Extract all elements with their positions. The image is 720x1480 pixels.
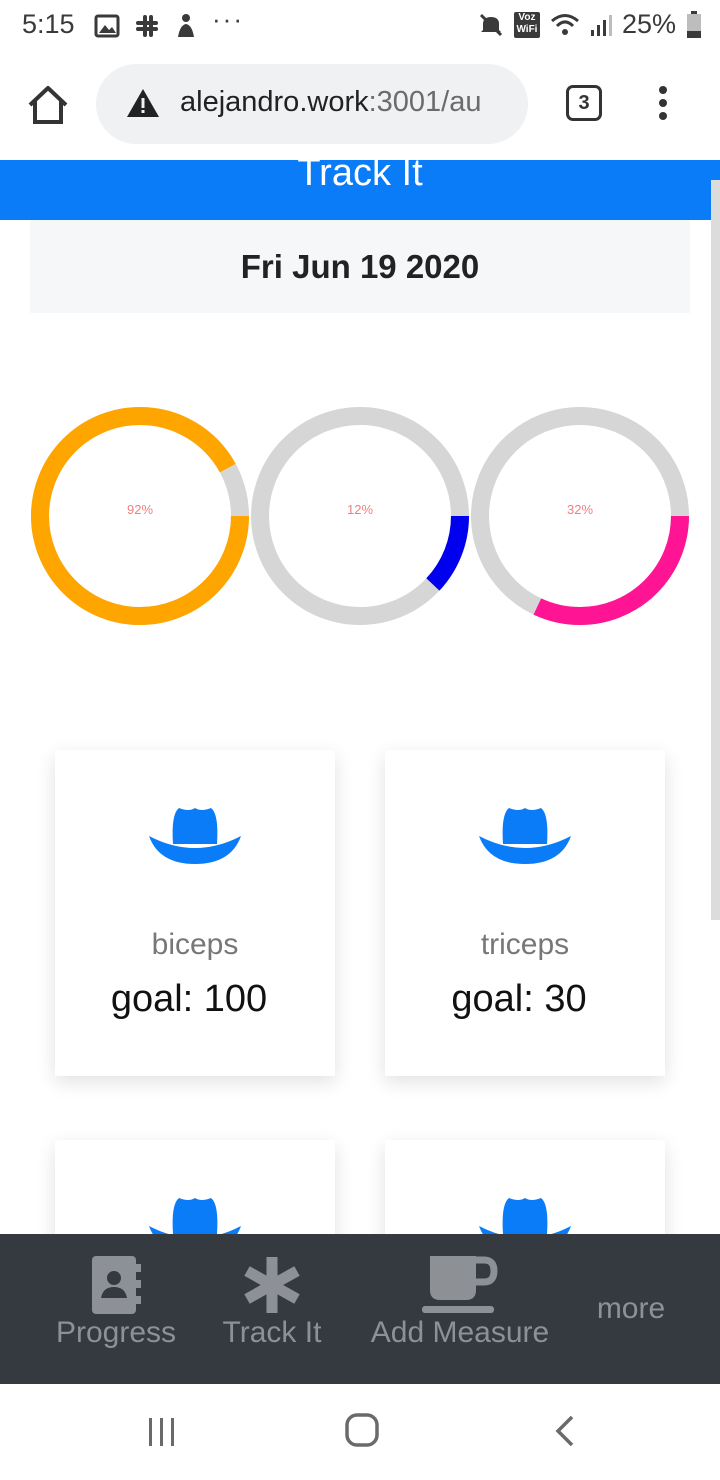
warning-icon[interactable]: [126, 87, 160, 119]
home-nav-icon[interactable]: [344, 1412, 380, 1448]
battery-percent: 25%: [621, 9, 676, 39]
page-title: Track It: [297, 160, 423, 194]
recent-apps-icon[interactable]: [146, 1416, 178, 1448]
home-icon[interactable]: [26, 83, 70, 127]
page-header: Track It: [0, 160, 720, 220]
nav-add-measure-label: Add Measure: [370, 1316, 550, 1349]
progress-ring-label: 32%: [567, 502, 593, 517]
nav-progress[interactable]: Progress: [50, 1254, 182, 1350]
progress-ring: 92%: [31, 407, 249, 625]
battery-icon: [687, 10, 701, 38]
measure-name: biceps: [151, 928, 239, 961]
wifi-icon: [550, 13, 579, 35]
gallery-icon: [94, 14, 120, 37]
wifi-calling-badge: Voz WiFi: [513, 11, 540, 38]
nav-progress-label: Progress: [55, 1316, 177, 1349]
person-icon: [178, 13, 194, 37]
signal-icon: [590, 14, 612, 36]
nav-more[interactable]: more: [590, 1292, 672, 1326]
asterisk-icon: [244, 1257, 300, 1313]
progress-ring-label: 12%: [347, 502, 373, 517]
mute-icon: [479, 13, 503, 36]
nav-add-measure[interactable]: Add Measure: [362, 1254, 558, 1350]
system-nav-bar: [0, 1384, 720, 1480]
tab-switcher-button[interactable]: 3: [566, 85, 602, 121]
overflow-menu-icon[interactable]: [654, 86, 672, 126]
status-time: 5:15: [22, 9, 75, 39]
progress-ring: 32%: [471, 407, 689, 625]
app-bottom-nav: Progress Track It Add Measure more: [0, 1234, 720, 1384]
nav-track-it[interactable]: Track It: [216, 1254, 328, 1350]
url-text[interactable]: alejandro.work:3001/au: [180, 86, 482, 119]
progress-ring-label: 92%: [127, 502, 153, 517]
date-display: Fri Jun 19 2020: [30, 220, 690, 313]
progress-ring: 12%: [251, 407, 469, 625]
progress-rings: 92% 12% 32%: [31, 407, 689, 625]
cowboy-hat-icon: [479, 808, 571, 864]
slack-icon: [136, 14, 158, 37]
more-notifications-icon: ···: [212, 4, 244, 34]
status-bar: 5:15 ··· Voz WiFi 25%: [0, 0, 720, 50]
address-book-icon: [92, 1256, 141, 1314]
nav-track-it-label: Track It: [222, 1316, 322, 1349]
measure-card[interactable]: biceps goal: 100: [55, 750, 335, 1076]
measure-goal: goal: 30: [451, 978, 587, 1020]
nav-more-label: more: [596, 1292, 666, 1325]
back-icon[interactable]: [552, 1414, 578, 1448]
measure-name: triceps: [480, 928, 570, 961]
browser-toolbar: alejandro.work:3001/au 3: [0, 50, 720, 160]
measure-goal: goal: 100: [110, 978, 268, 1020]
coffee-cup-icon: [422, 1256, 498, 1313]
measure-card[interactable]: triceps goal: 30: [385, 750, 665, 1076]
address-bar[interactable]: alejandro.work:3001/au: [96, 64, 528, 144]
cowboy-hat-icon: [149, 808, 241, 864]
